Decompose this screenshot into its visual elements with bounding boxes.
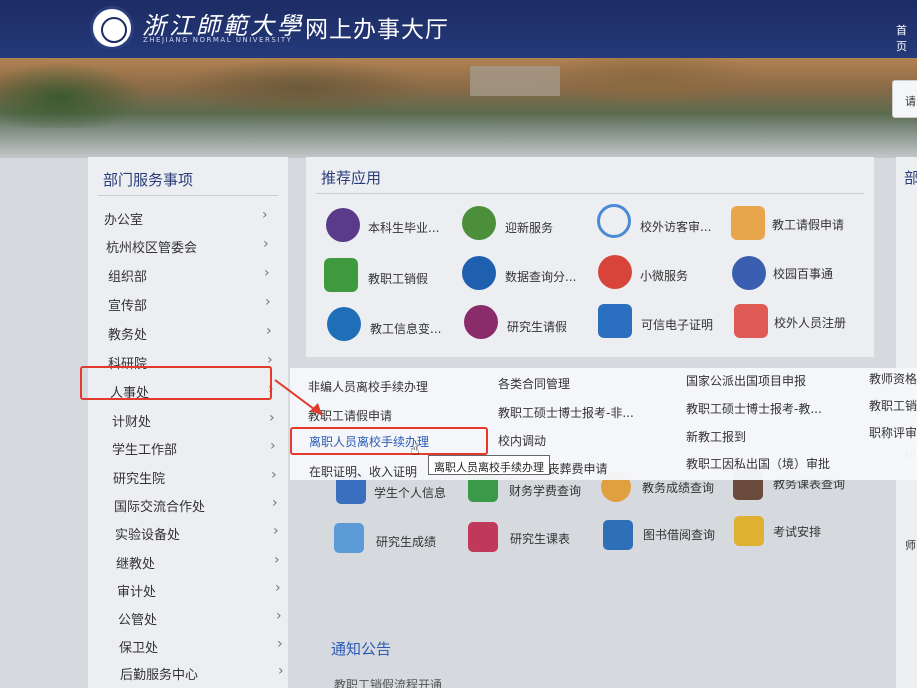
register-form-icon[interactable]: [734, 304, 768, 338]
menu-item-internal-transfer[interactable]: 校内调动: [498, 432, 546, 449]
graduate-cap-icon[interactable]: [326, 208, 360, 242]
dept-item-graduate-school[interactable]: 研究生院: [113, 468, 165, 487]
campus-banner: [0, 58, 917, 158]
dept-item-hangzhou-campus[interactable]: 杭州校区管委会: [106, 237, 197, 256]
building-icon[interactable]: [462, 206, 496, 240]
search-button[interactable]: 请: [892, 80, 917, 118]
banner-building: [470, 66, 560, 96]
chevron-right-icon: ›: [276, 608, 282, 624]
menu-item-employment-proof[interactable]: 在职证明、收入证明: [309, 463, 417, 480]
university-logo: [90, 6, 134, 50]
chevron-right-icon: ›: [272, 495, 278, 511]
chevron-right-icon: ›: [274, 552, 280, 568]
menu-item-staff-exam-nonteacher[interactable]: 教职工硕士博士报考-非...: [498, 404, 634, 421]
app-staff-leave-cancel[interactable]: 教职工销假: [368, 270, 428, 287]
app-staff-info-change[interactable]: 教工信息变...: [370, 320, 441, 337]
app-trusted-certificate[interactable]: 可信电子证明: [641, 316, 713, 333]
heart-hand-icon[interactable]: [598, 255, 632, 289]
app-outsider-register[interactable]: 校外人员注册: [774, 314, 846, 331]
dept-item-logistics[interactable]: 后勤服务中心: [120, 664, 198, 683]
dept-item-finance[interactable]: 计财处: [112, 411, 151, 430]
grid-calendar-icon[interactable]: [468, 522, 498, 552]
app-visitor-approval[interactable]: 校外访客审...: [640, 218, 711, 235]
menu-item-overseas-project[interactable]: 国家公派出国项目申报: [686, 372, 806, 389]
chevron-right-icon: ›: [263, 236, 269, 252]
app-staff-leave-request[interactable]: 教工请假申请: [772, 216, 844, 233]
right-panel-title: 部: [904, 169, 917, 187]
menu-item-private-travel[interactable]: 教职工因私出国（境）审批: [686, 455, 830, 472]
divider: [316, 193, 864, 194]
dept-item-security[interactable]: 保卫处: [119, 637, 158, 656]
tooltip: 离职人员离校手续办理: [428, 455, 550, 475]
chevron-right-icon: ›: [270, 438, 276, 454]
chevron-right-icon: ›: [278, 663, 284, 679]
chevron-right-icon: ›: [271, 467, 277, 483]
robot-icon[interactable]: [732, 256, 766, 290]
student-clock-icon[interactable]: [464, 305, 498, 339]
app-grad-grades[interactable]: 研究生成绩: [376, 533, 436, 550]
dept-item-office[interactable]: 办公室: [104, 209, 143, 228]
dept-item-audit[interactable]: 审计处: [117, 581, 156, 600]
books-icon[interactable]: [603, 520, 633, 550]
hand-cursor-icon: ☝: [410, 440, 420, 459]
calendar-icon[interactable]: [731, 206, 765, 240]
app-tuition-query[interactable]: 财务学费查询: [509, 482, 581, 499]
highlight-box-personnel: [80, 366, 272, 400]
red-arrow-icon: [274, 379, 323, 416]
app-grad-timetable[interactable]: 研究生课表: [510, 530, 570, 547]
app-library-borrow[interactable]: 图书借阅查询: [643, 526, 715, 543]
chevron-right-icon: ›: [262, 207, 268, 223]
app-micro-service[interactable]: 小微服务: [640, 267, 688, 284]
visitor-icon[interactable]: [597, 204, 631, 238]
app-grad-leave[interactable]: 研究生请假: [507, 318, 567, 335]
app-campus-guide[interactable]: 校园百事通: [773, 265, 833, 282]
chevron-right-icon: ›: [277, 636, 283, 652]
department-panel-title: 部门服务事项: [103, 171, 194, 189]
exam-pencil-icon[interactable]: [734, 516, 764, 546]
chevron-right-icon: ›: [266, 323, 272, 339]
menu-item-contract-management[interactable]: 各类合同管理: [498, 375, 570, 392]
top-bar: 浙江師範大學 ZHEJIANG NORMAL UNIVERSITY 网上办事大厅…: [0, 0, 917, 58]
highlight-box-resigned-leave: [290, 427, 488, 455]
banner-trees: [0, 58, 917, 128]
dept-item-continuing-ed[interactable]: 继教处: [116, 553, 155, 572]
menu-item-staff-cancel[interactable]: 教职工销: [869, 397, 917, 414]
divider: [98, 195, 278, 196]
chevron-right-icon: ›: [275, 580, 281, 596]
app-exam-schedule[interactable]: 考试安排: [773, 523, 821, 540]
home-link[interactable]: 首页: [896, 22, 917, 54]
dept-item-public-management[interactable]: 公管处: [118, 609, 157, 628]
app-data-query[interactable]: 数据查询分...: [505, 268, 576, 285]
checkmark-icon[interactable]: [324, 258, 358, 292]
dept-item-lab-equipment[interactable]: 实验设备处: [115, 524, 180, 543]
dept-item-publicity[interactable]: 宣传部: [108, 295, 147, 314]
app-freshman-welcome[interactable]: 迎新服务: [505, 219, 553, 236]
database-icon[interactable]: [462, 256, 496, 290]
chevron-right-icon: ›: [264, 265, 270, 281]
notice-title[interactable]: 通知公告: [331, 638, 391, 659]
menu-item-new-staff-onboard[interactable]: 新教工报到: [686, 428, 746, 445]
menu-item-title-review[interactable]: 职称评审: [869, 424, 917, 441]
dept-item-organization[interactable]: 组织部: [108, 266, 147, 285]
app-grade-query[interactable]: 教务成绩查询: [642, 479, 714, 496]
chevron-right-icon: ›: [273, 523, 279, 539]
dept-item-student-affairs[interactable]: 学生工作部: [112, 439, 177, 458]
dept-item-international[interactable]: 国际交流合作处: [114, 496, 205, 515]
menu-item-staff-exam-teacher[interactable]: 教职工硕士博士报考-教...: [686, 400, 822, 417]
chevron-right-icon: ›: [265, 294, 271, 310]
dept-item-academic-affairs[interactable]: 教务处: [108, 324, 147, 343]
university-name-en: ZHEJIANG NORMAL UNIVERSITY: [143, 36, 293, 44]
recommended-apps-title: 推荐应用: [321, 169, 382, 187]
id-card-icon[interactable]: [327, 307, 361, 341]
app-student-info[interactable]: 学生个人信息: [374, 484, 446, 501]
menu-item-teacher-qualification[interactable]: 教师资格: [869, 370, 917, 387]
printer-icon[interactable]: [598, 304, 632, 338]
portal-title: 网上办事大厅: [305, 17, 449, 43]
right-panel-item[interactable]: 师: [905, 537, 916, 553]
app-undergrad-graduation[interactable]: 本科生毕业...: [368, 219, 439, 236]
score-sheet-icon[interactable]: [334, 523, 364, 553]
notice-item[interactable]: 教职工销假流程开通: [334, 676, 442, 688]
